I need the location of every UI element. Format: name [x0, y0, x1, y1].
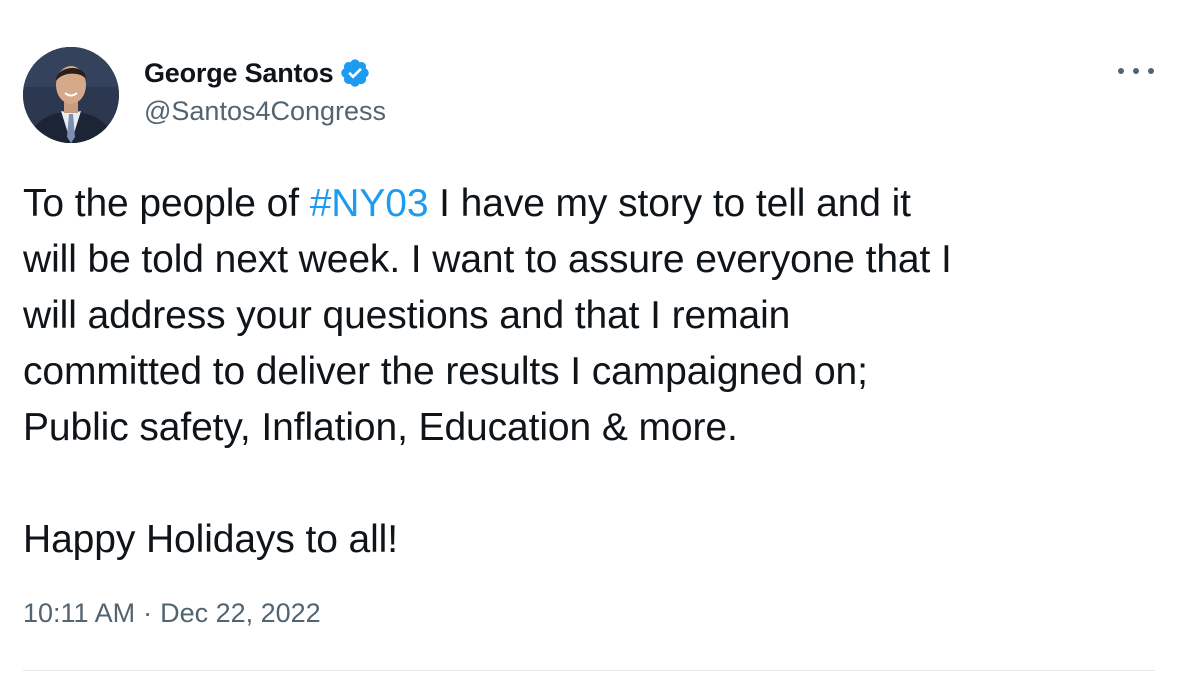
author-handle[interactable]: @Santos4Congress	[144, 96, 386, 127]
tweet-date: Dec 22, 2022	[160, 598, 321, 628]
more-horizontal-icon	[1133, 68, 1139, 74]
avatar[interactable]	[23, 47, 119, 143]
verified-badge-icon[interactable]	[339, 57, 371, 89]
more-horizontal-icon	[1148, 68, 1154, 74]
tweet-card: George Santos @Santos4Congress To the pe…	[0, 0, 1190, 676]
tweet-timestamp[interactable]: 10:11 AM · Dec 22, 2022	[23, 598, 321, 629]
author-name-row: George Santos	[144, 56, 371, 90]
meta-separator: ·	[143, 598, 153, 628]
avatar-photo	[23, 47, 119, 143]
more-horizontal-icon	[1118, 68, 1124, 74]
tweet-text: To the people of #NY03 I have my story t…	[23, 176, 1153, 568]
author-display-name[interactable]: George Santos	[144, 58, 334, 89]
hashtag-link[interactable]: #NY03	[310, 182, 429, 225]
divider	[23, 670, 1155, 671]
tweet-time: 10:11 AM	[23, 598, 136, 628]
tweet-text-part: I have my story to tell and it will be t…	[23, 182, 952, 561]
more-options-button[interactable]	[1118, 56, 1154, 86]
tweet-text-part: To the people of	[23, 182, 310, 225]
